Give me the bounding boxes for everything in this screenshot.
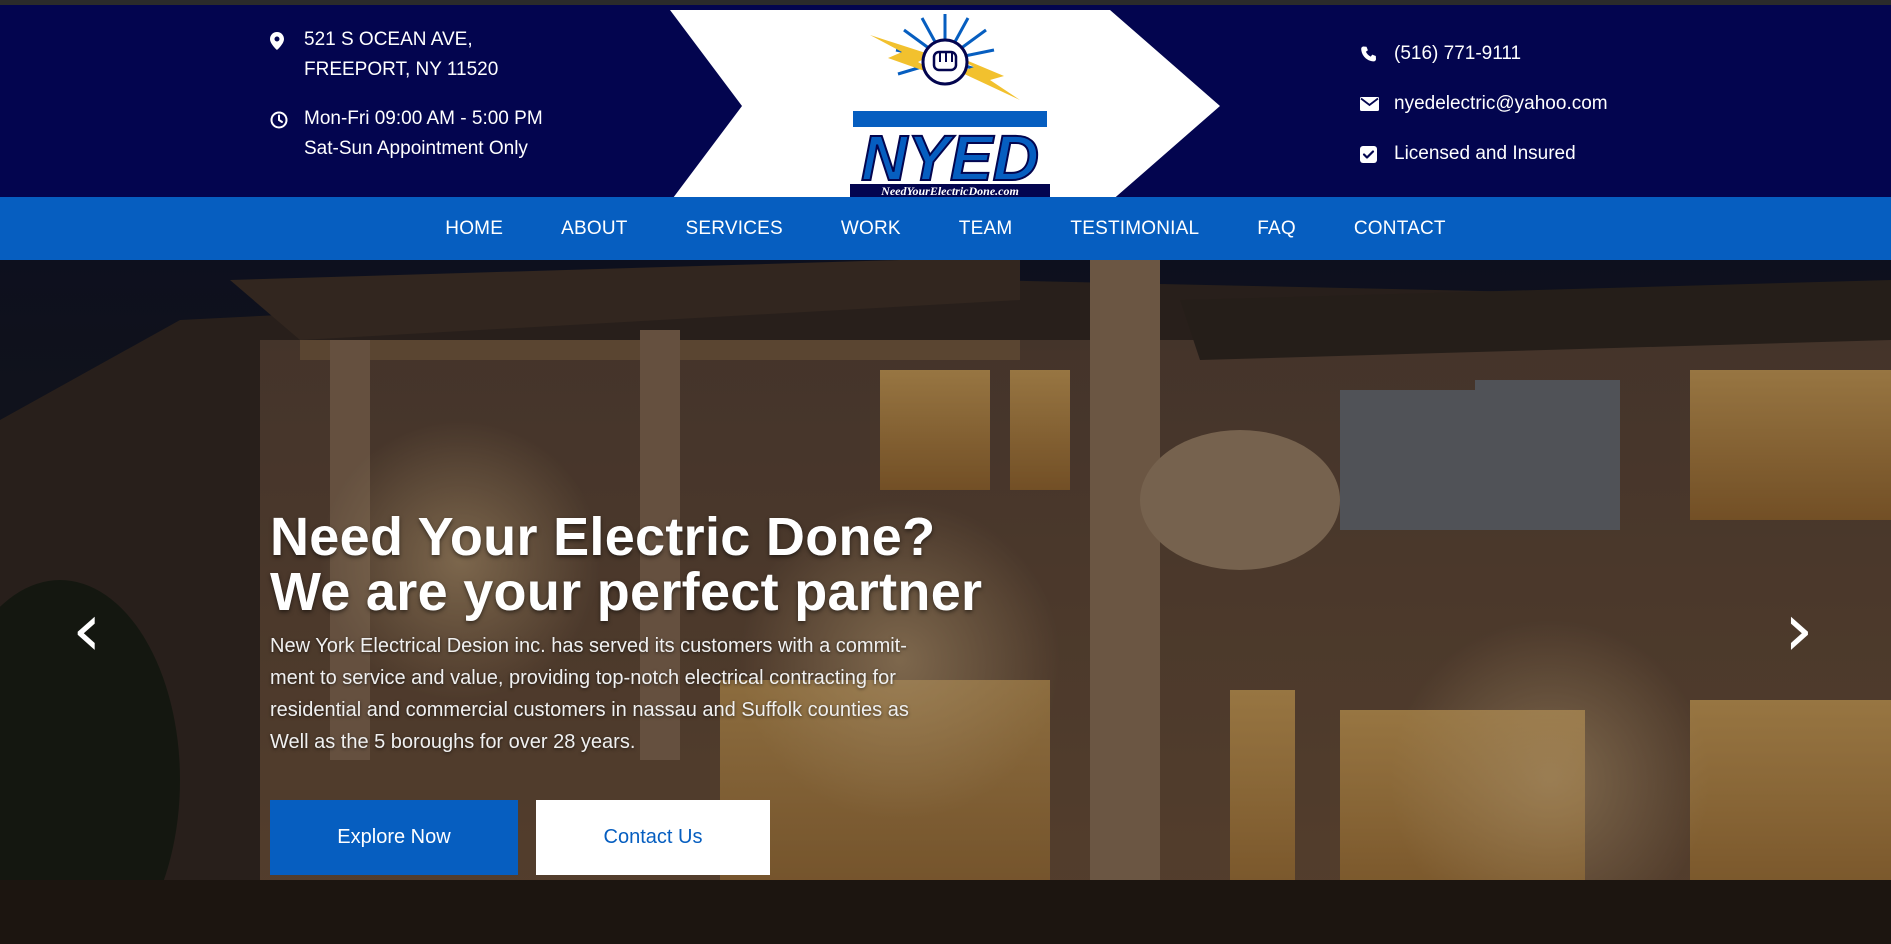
- license-text: Licensed and Insured: [1394, 143, 1576, 164]
- phone-number[interactable]: (516) 771-9111: [1394, 43, 1521, 65]
- header-contact-right: (516) 771-9111 nyedelectric@yahoo.com Li…: [1360, 29, 1608, 179]
- envelope-icon: [1360, 97, 1394, 111]
- license-row: Licensed and Insured: [1360, 129, 1608, 179]
- contact-us-button[interactable]: Contact Us: [536, 800, 770, 875]
- header-contact-left: 521 S OCEAN AVE, FREEPORT, NY 11520 Mon-…: [270, 25, 543, 164]
- hero-description: New York Electrical Desion inc. has serv…: [270, 635, 909, 753]
- clock-icon: [270, 104, 304, 129]
- chevron-left-icon[interactable]: ‹: [72, 593, 102, 667]
- hero-content: Need Your Electric Done? We are your per…: [270, 510, 1030, 758]
- nav-about[interactable]: ABOUT: [561, 218, 627, 240]
- hours-block: Mon-Fri 09:00 AM - 5:00 PM Sat-Sun Appoi…: [270, 104, 543, 164]
- phone-icon: [1360, 46, 1394, 63]
- email-row[interactable]: nyedelectric@yahoo.com: [1360, 79, 1608, 129]
- hero-title: Need Your Electric Done? We are your per…: [270, 510, 1030, 620]
- nav-faq[interactable]: FAQ: [1257, 218, 1296, 240]
- address-line-1: 521 S OCEAN AVE,: [304, 29, 473, 50]
- hero-slider: ‹ › Need Your Electric Done? We are your…: [0, 260, 1891, 944]
- email-address[interactable]: nyedelectric@yahoo.com: [1394, 93, 1608, 115]
- phone-row[interactable]: (516) 771-9111: [1360, 29, 1608, 79]
- main-nav: HOME ABOUT SERVICES WORK TEAM TESTIMONIA…: [0, 197, 1891, 260]
- site-header: 521 S OCEAN AVE, FREEPORT, NY 11520 Mon-…: [0, 5, 1891, 202]
- nav-services[interactable]: SERVICES: [686, 218, 783, 240]
- hero-buttons: Explore Now Contact Us: [270, 800, 770, 875]
- logo-badge: NYED NeedYourElectricDone.com: [670, 10, 1220, 202]
- nav-team[interactable]: TEAM: [959, 218, 1013, 240]
- explore-now-button[interactable]: Explore Now: [270, 800, 518, 875]
- nav-work[interactable]: WORK: [841, 218, 901, 240]
- nav-home[interactable]: HOME: [445, 218, 503, 240]
- map-pin-icon: [270, 25, 304, 50]
- chevron-right-icon[interactable]: ›: [1784, 593, 1814, 667]
- hero-title-line-2: We are your perfect partner: [270, 562, 983, 622]
- logo-tagline: NeedYourElectricDone.com: [880, 184, 1019, 198]
- hero-title-line-1: Need Your Electric Done?: [270, 507, 936, 567]
- hours-line-2: Sat-Sun Appointment Only: [304, 138, 528, 159]
- hours-line-1: Mon-Fri 09:00 AM - 5:00 PM: [304, 108, 543, 129]
- nav-contact[interactable]: CONTACT: [1354, 218, 1446, 240]
- logo[interactable]: NYED NeedYourElectricDone.com: [670, 10, 1220, 202]
- checkbox-icon: [1360, 145, 1394, 163]
- address-block: 521 S OCEAN AVE, FREEPORT, NY 11520: [270, 25, 543, 85]
- address-line-2: FREEPORT, NY 11520: [304, 59, 499, 80]
- nav-testimonial[interactable]: TESTIMONIAL: [1070, 218, 1199, 240]
